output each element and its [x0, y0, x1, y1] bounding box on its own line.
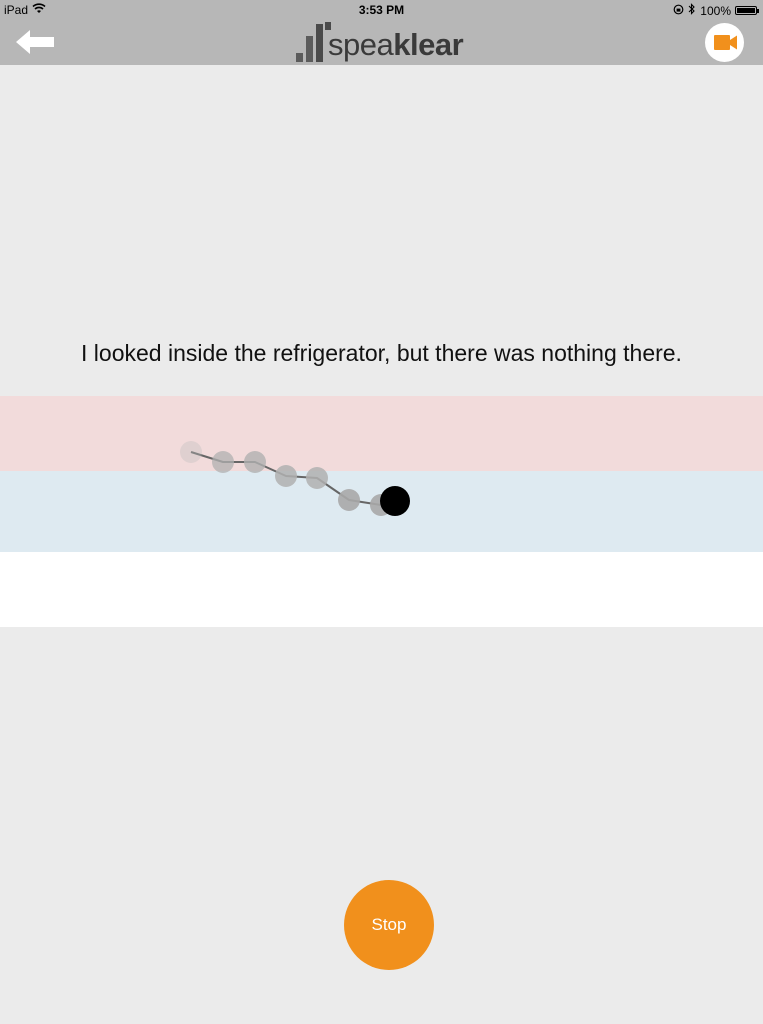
status-bar: iPad 3:53 PM 100%	[0, 0, 763, 20]
bluetooth-icon	[688, 3, 696, 18]
pitch-point	[180, 441, 202, 463]
stop-button[interactable]: Stop	[344, 880, 434, 970]
battery-percent: 100%	[700, 3, 731, 18]
video-camera-icon	[714, 35, 737, 50]
battery-level-fill	[737, 8, 755, 13]
pitch-trace	[180, 441, 410, 516]
app-logo: speaklear	[294, 22, 464, 62]
pitch-point	[244, 451, 266, 473]
pitch-current-point	[380, 486, 410, 516]
battery-icon	[735, 6, 759, 15]
pitch-point	[338, 489, 360, 511]
logo-bars-icon	[294, 22, 332, 62]
nav-bar: speaklear	[0, 20, 763, 65]
pitch-point	[306, 467, 328, 489]
back-button[interactable]	[14, 28, 58, 56]
orientation-lock-icon	[673, 4, 684, 18]
arrow-left-icon	[16, 30, 54, 54]
status-time: 3:53 PM	[358, 3, 405, 17]
pitch-point	[212, 451, 234, 473]
video-record-button[interactable]	[705, 23, 744, 62]
pitch-point	[275, 465, 297, 487]
status-right: 100%	[673, 3, 759, 18]
practice-sentence: I looked inside the refrigerator, but th…	[81, 340, 682, 366]
logo-wordmark: speaklear	[328, 27, 464, 62]
